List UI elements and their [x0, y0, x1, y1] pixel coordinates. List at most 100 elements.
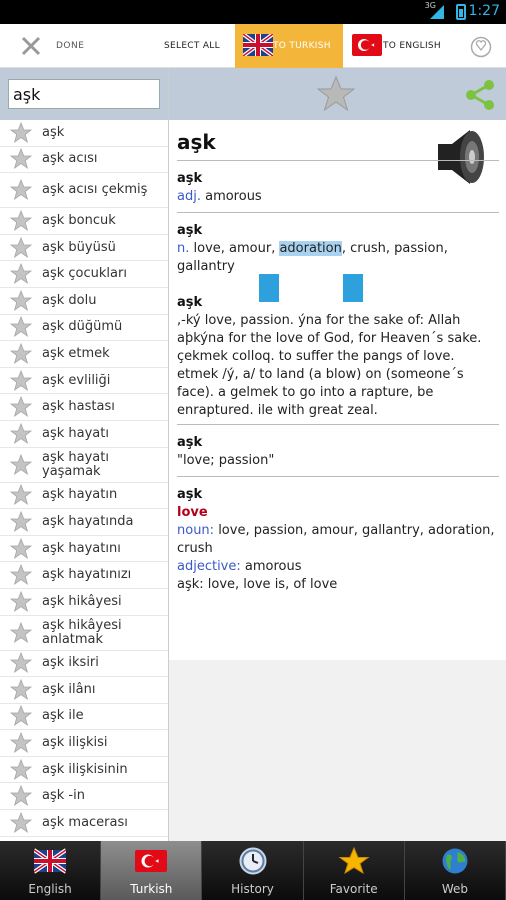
- star-icon[interactable]: [10, 678, 32, 701]
- star-icon[interactable]: [10, 811, 32, 834]
- entry-adj-text: amorous: [240, 559, 302, 574]
- list-item-label: aşk hayatında: [42, 513, 134, 529]
- definition-entry: aşk adj. amorous: [177, 170, 499, 206]
- list-item-label: aşk hikâyesi: [42, 593, 122, 609]
- list-item[interactable]: aşk dolu: [0, 288, 168, 315]
- tab-history[interactable]: History: [202, 841, 304, 900]
- entry-text: ,-ký love, passion. ýna for the sake of:…: [177, 313, 482, 418]
- done-icon[interactable]: [20, 35, 42, 57]
- turkey-flag-icon: [135, 850, 168, 872]
- list-item[interactable]: aşk çocukları: [0, 261, 168, 288]
- list-item[interactable]: aşk evliliği: [0, 368, 168, 395]
- list-item[interactable]: aşk hikâyesi: [0, 589, 168, 616]
- star-icon[interactable]: [10, 453, 32, 476]
- list-item[interactable]: aşk hayatı: [0, 421, 168, 448]
- list-item[interactable]: aşk büyüsü: [0, 235, 168, 262]
- tab-label: Favorite: [329, 882, 378, 896]
- list-item[interactable]: aşk: [0, 120, 168, 147]
- star-icon[interactable]: [10, 369, 32, 392]
- star-icon[interactable]: [10, 236, 32, 259]
- list-item-label: aşk etmek: [42, 345, 110, 361]
- list-item[interactable]: aşk -in: [0, 783, 168, 811]
- entry-extra: aşk: love, love is, of love: [177, 577, 338, 592]
- entry-love: love: [177, 505, 208, 520]
- definition-entry: aşk ,-ký love, passion. ýna for the sake…: [177, 294, 499, 420]
- star-icon[interactable]: [10, 484, 32, 506]
- star-icon[interactable]: [10, 148, 32, 170]
- star-icon[interactable]: [10, 289, 32, 312]
- selected-text[interactable]: adoration: [279, 241, 342, 256]
- list-item-label: aşk iksiri: [42, 655, 99, 671]
- tab-label: Turkish: [130, 882, 173, 896]
- bottom-tab-bar: English Turkish History Favorite Web: [0, 841, 506, 900]
- list-item[interactable]: aşk hastası: [0, 394, 168, 421]
- entry-head: aşk: [177, 435, 203, 450]
- star-icon[interactable]: [10, 537, 32, 560]
- list-item[interactable]: aşk düğümü: [0, 315, 168, 342]
- entry-head: aşk: [177, 487, 203, 502]
- star-icon[interactable]: [10, 510, 32, 533]
- star-icon[interactable]: [10, 564, 32, 586]
- list-item[interactable]: aşk macerası: [0, 810, 168, 837]
- tab-favorite[interactable]: Favorite: [303, 841, 405, 900]
- select-all-button[interactable]: SELECT ALL: [164, 41, 220, 51]
- star-icon[interactable]: [10, 758, 32, 781]
- list-item-label: aşk çocukları: [42, 266, 127, 282]
- list-item[interactable]: aşk ilişkisi: [0, 730, 168, 757]
- list-item[interactable]: aşk boncuk: [0, 208, 168, 235]
- status-bar: 3G 1:27: [0, 0, 506, 24]
- list-item-label: aşk hastası: [42, 399, 115, 415]
- done-button[interactable]: DONE: [56, 41, 84, 51]
- list-item-label: aşk düğümü: [42, 319, 123, 335]
- list-item[interactable]: aşk acısı çekmiş: [0, 173, 168, 209]
- list-item[interactable]: aşk iksiri: [0, 651, 168, 678]
- list-item[interactable]: aşk hayatınızı: [0, 562, 168, 589]
- star-icon[interactable]: [10, 785, 32, 807]
- list-item[interactable]: aşk ile: [0, 704, 168, 731]
- star-icon[interactable]: [10, 652, 32, 674]
- to-turkish-label: TO TURKISH: [273, 41, 331, 51]
- tab-turkish[interactable]: Turkish: [101, 841, 203, 900]
- entry-head: aşk: [177, 295, 203, 310]
- list-item-label: aşk ilişkisi: [42, 735, 108, 751]
- star-icon[interactable]: [10, 621, 32, 644]
- tab-label: English: [28, 882, 72, 896]
- word-list: aşk aşk acısı aşk acısı çekmiş aşk boncuk aş…: [0, 120, 168, 837]
- list-item[interactable]: aşk hikâyesi anlatmak: [0, 616, 168, 651]
- list-item[interactable]: aşk hayatın: [0, 483, 168, 510]
- search-input[interactable]: [8, 79, 160, 109]
- star-icon[interactable]: [10, 705, 32, 727]
- star-icon[interactable]: [10, 396, 32, 418]
- list-item[interactable]: aşk acısı: [0, 147, 168, 174]
- entry-text: amorous: [200, 189, 262, 204]
- battery-icon: [456, 4, 466, 20]
- entry-noun-label: noun:: [177, 523, 215, 538]
- star-icon[interactable]: [10, 263, 32, 285]
- list-item-label: aşk hikâyesi anlatmak: [42, 617, 122, 647]
- list-item[interactable]: aşk ilânı: [0, 677, 168, 704]
- tab-english[interactable]: English: [0, 841, 102, 900]
- list-item[interactable]: aşk hayatında: [0, 509, 168, 536]
- entry-pos: adj.: [177, 189, 201, 204]
- star-icon[interactable]: [10, 422, 32, 445]
- settings-icon[interactable]: [470, 36, 492, 58]
- star-icon[interactable]: [10, 590, 32, 613]
- star-icon[interactable]: [10, 732, 32, 754]
- favorite-star-icon[interactable]: [317, 75, 355, 113]
- star-icon[interactable]: [10, 121, 32, 144]
- list-item[interactable]: aşk etmek: [0, 341, 168, 368]
- list-item-label: aşk dolu: [42, 292, 97, 308]
- clock: 1:27: [468, 3, 500, 19]
- turkey-flag-icon: [352, 34, 382, 56]
- list-item[interactable]: aşk ilişkisinin: [0, 757, 168, 784]
- share-icon[interactable]: [463, 78, 497, 112]
- star-icon[interactable]: [10, 179, 32, 201]
- list-item[interactable]: aşk hayatı yaşamak: [0, 448, 168, 483]
- tab-web[interactable]: Web: [404, 841, 506, 900]
- list-item-label: aşk hayatın: [42, 487, 118, 503]
- star-icon[interactable]: [10, 342, 32, 365]
- to-turkish-button[interactable]: TO TURKISH: [235, 24, 343, 68]
- list-item[interactable]: aşk hayatını: [0, 536, 168, 563]
- star-icon[interactable]: [10, 316, 32, 338]
- star-icon[interactable]: [10, 209, 32, 232]
